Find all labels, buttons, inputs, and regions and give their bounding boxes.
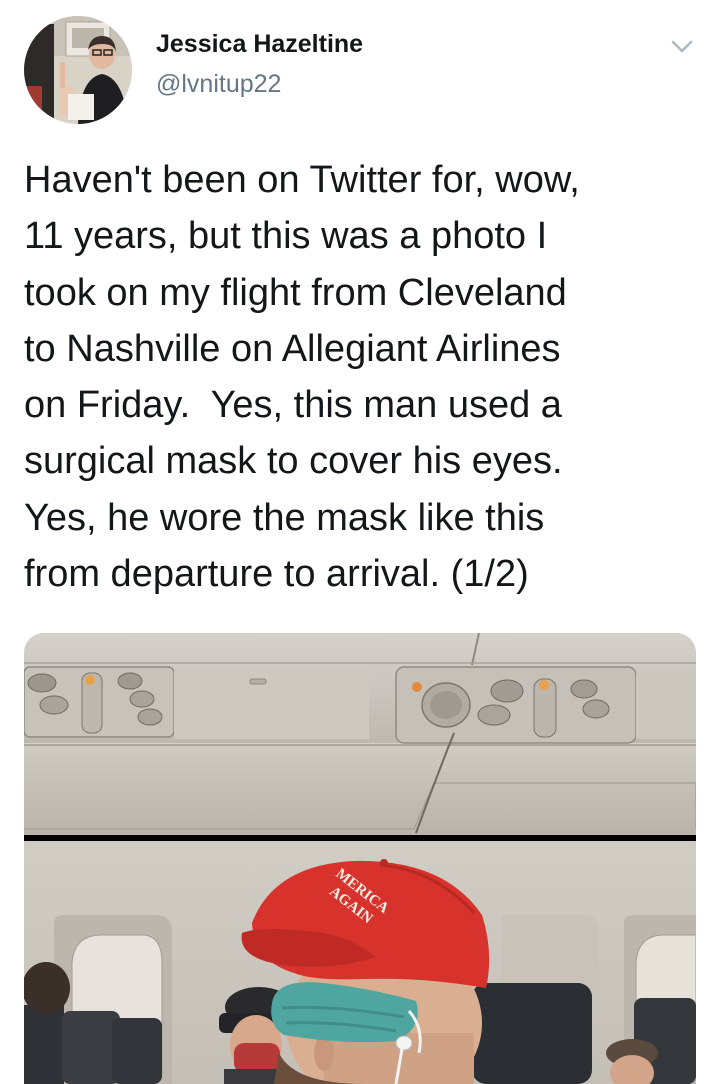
author-display-name[interactable]: Jessica Hazeltine xyxy=(156,28,363,60)
author-handle[interactable]: @lvnitup22 xyxy=(156,68,363,100)
tweet-header: Jessica Hazeltine @lvnitup22 xyxy=(24,14,696,124)
avatar-photo xyxy=(24,16,132,124)
tweet-photo[interactable]: MERICA AGAIN xyxy=(24,633,696,1084)
tweet-text: Haven't been on Twitter for, wow, 11 yea… xyxy=(24,159,580,596)
tweet: Jessica Hazeltine @lvnitup22 Haven't bee… xyxy=(0,0,720,1084)
author-names: Jessica Hazeltine @lvnitup22 xyxy=(156,28,363,100)
chevron-down-icon[interactable] xyxy=(668,34,696,58)
avatar[interactable] xyxy=(24,16,132,124)
airplane-cabin-photo: MERICA AGAIN xyxy=(24,633,696,1084)
